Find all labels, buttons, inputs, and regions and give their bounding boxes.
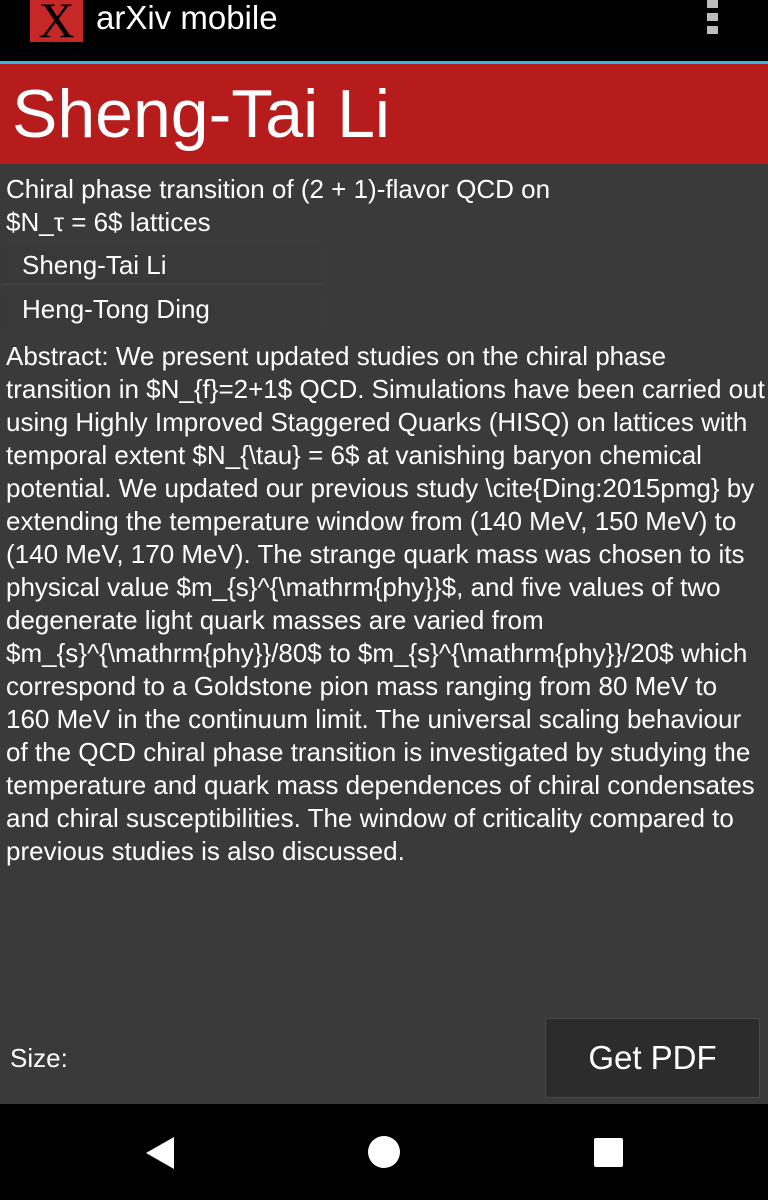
app-title: arXiv mobile <box>96 0 278 36</box>
author-item[interactable]: Sheng-Tai Li <box>2 245 322 285</box>
paper-title: Chiral phase transition of (2 + 1)-flavo… <box>6 174 551 237</box>
app-logo-icon[interactable]: X <box>30 0 83 42</box>
overflow-menu-icon[interactable] <box>700 0 726 40</box>
size-label: Size: <box>10 1043 68 1073</box>
app-logo-letter: X <box>38 0 75 42</box>
nav-recent-icon[interactable] <box>594 1138 623 1167</box>
get-pdf-button[interactable]: Get PDF <box>545 1018 760 1098</box>
action-bar: X arXiv mobile <box>0 0 768 61</box>
nav-back-icon[interactable] <box>146 1137 174 1169</box>
paper-abstract: Abstract: We present updated studies on … <box>6 341 765 866</box>
author-header: Sheng-Tai Li <box>0 64 768 164</box>
header-author-name: Sheng-Tai Li <box>12 76 391 152</box>
system-navigation-bar <box>0 1104 768 1200</box>
author-item[interactable]: Heng-Tong Ding <box>2 289 322 329</box>
nav-home-icon[interactable] <box>368 1136 400 1168</box>
